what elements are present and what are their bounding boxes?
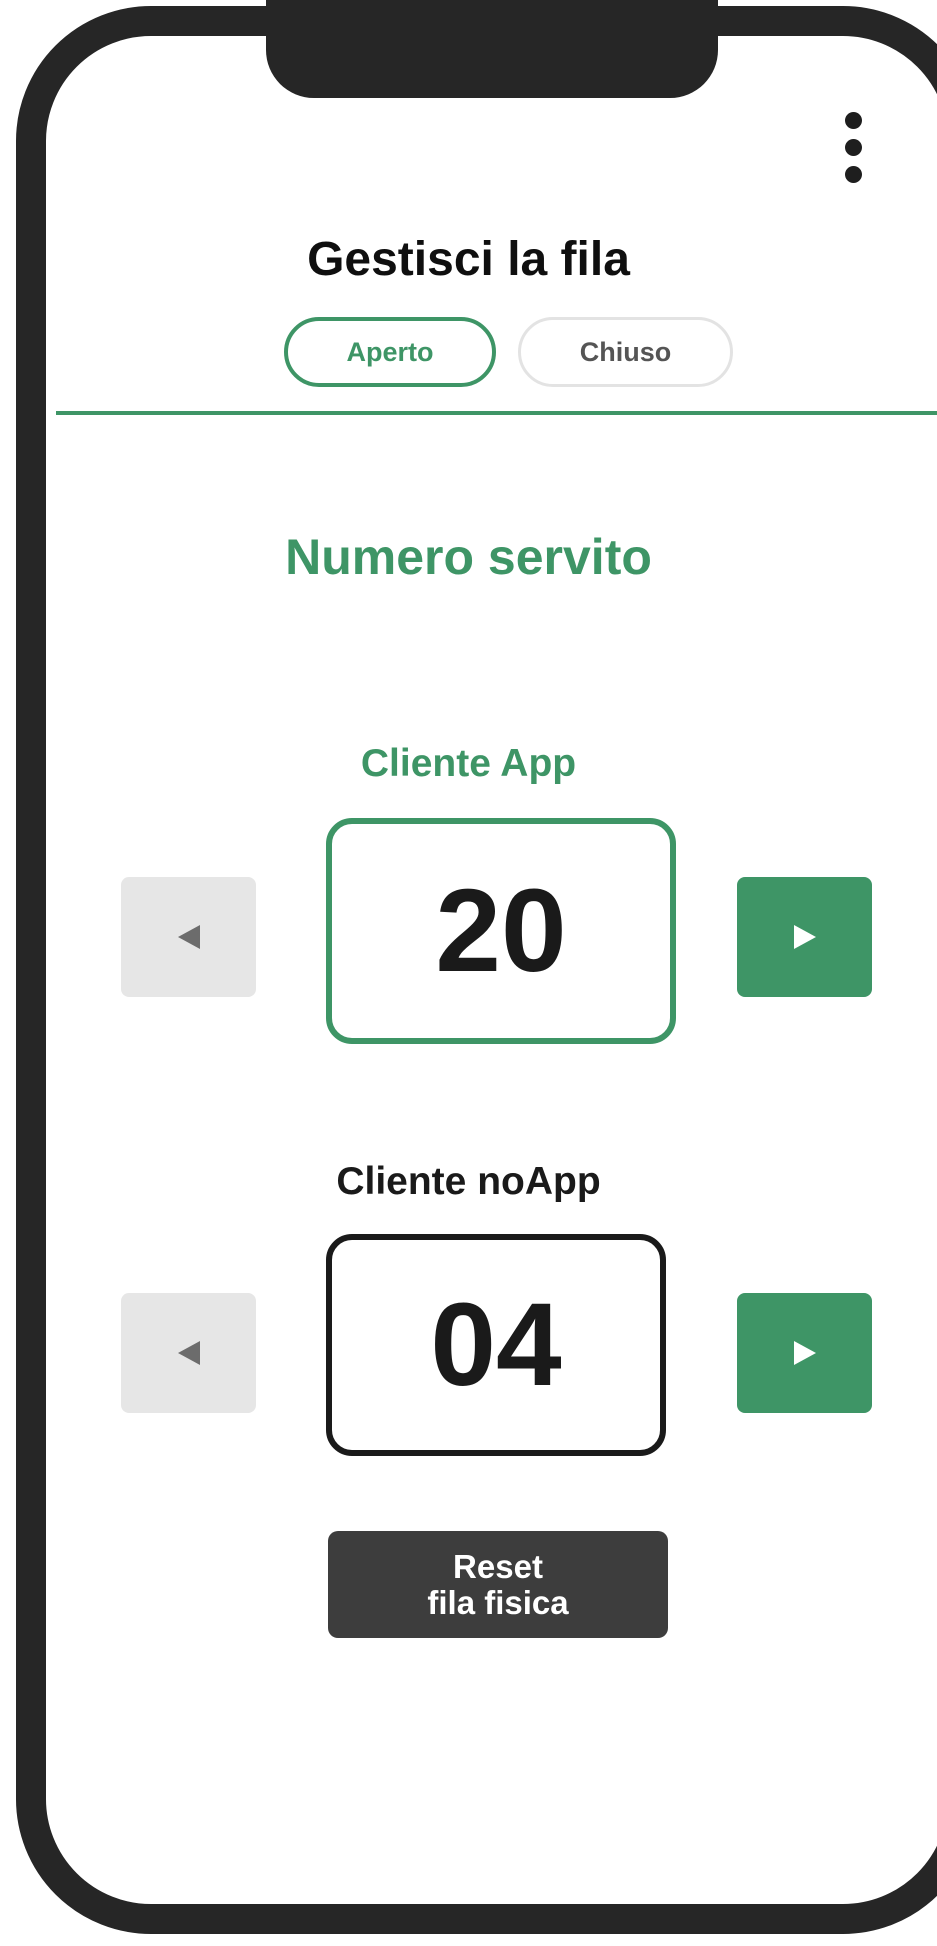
app-increment-button[interactable] <box>737 877 872 997</box>
page-title: Gestisci la fila <box>307 233 630 286</box>
noapp-counter-value: 04 <box>326 1234 666 1456</box>
toggle-closed-button[interactable]: Chiuso <box>518 317 733 387</box>
app-counter-value: 20 <box>326 818 676 1044</box>
section-title: Numero servito <box>285 529 652 585</box>
phone-notch <box>266 0 718 98</box>
toggle-open-button[interactable]: Aperto <box>284 317 496 387</box>
triangle-right-icon <box>793 925 816 949</box>
app-counter-label: Cliente App <box>360 742 577 785</box>
reset-button-line2: fila fisica <box>427 1583 569 1621</box>
reset-queue-button[interactable]: Reset fila fisica <box>328 1531 668 1638</box>
triangle-left-icon <box>177 925 200 949</box>
noapp-counter-label: Cliente noApp <box>336 1160 601 1203</box>
triangle-left-icon <box>177 1341 200 1365</box>
noapp-decrement-button[interactable] <box>121 1293 256 1413</box>
triangle-right-icon <box>793 1341 816 1365</box>
reset-button-line1: Reset <box>453 1547 543 1585</box>
more-vertical-icon[interactable] <box>841 112 865 184</box>
header-divider <box>56 411 937 415</box>
app-decrement-button[interactable] <box>121 877 256 997</box>
noapp-increment-button[interactable] <box>737 1293 872 1413</box>
